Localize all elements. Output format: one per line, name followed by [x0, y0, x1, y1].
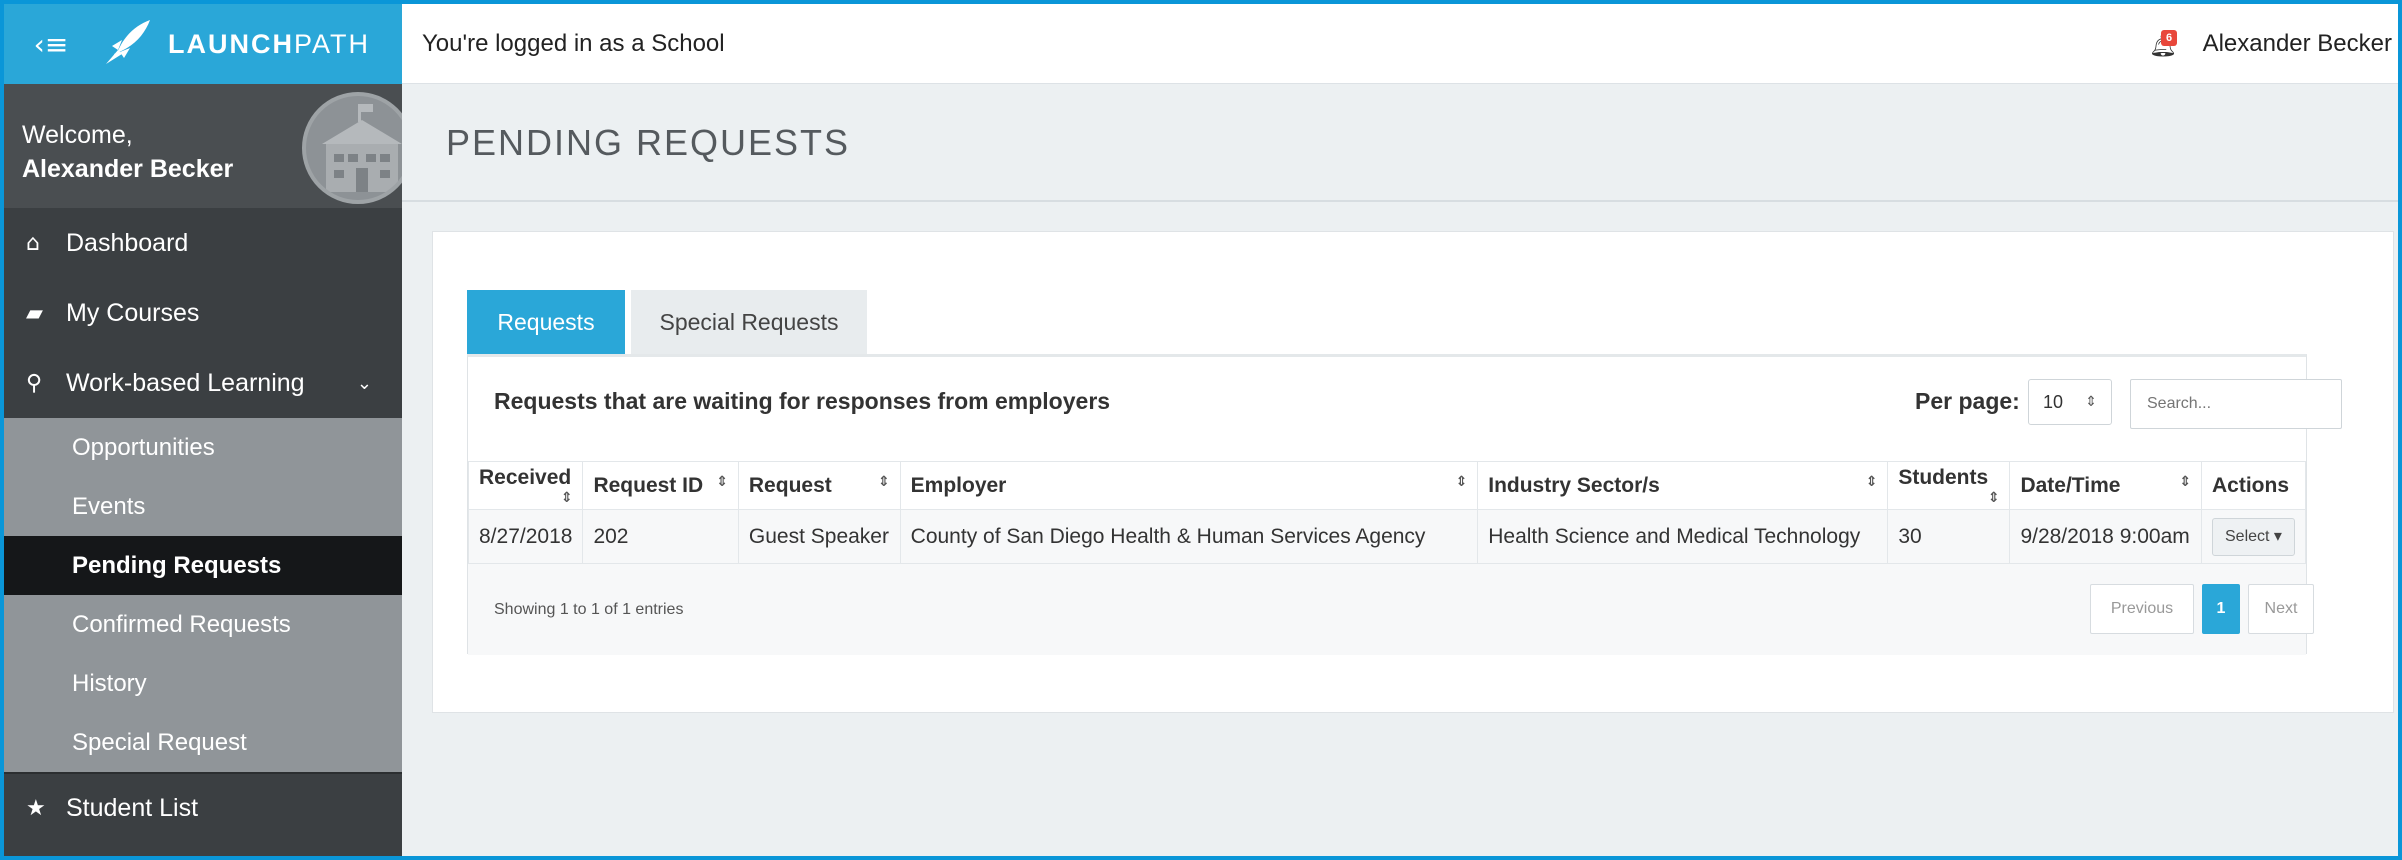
brand-bar: ‹≡ LAUNCHPATH: [4, 4, 402, 84]
tab-bar: Requests Special Requests: [467, 290, 867, 354]
per-page-value: 10: [2043, 392, 2064, 412]
requests-panel: Requests that are waiting for responses …: [467, 354, 2342, 655]
menu-collapse-icon[interactable]: ‹≡: [4, 4, 98, 84]
sidebar-item-label: My Courses: [66, 298, 200, 327]
column-header-label: Request: [748, 473, 832, 497]
cell-received: 8/27/2018: [467, 509, 584, 564]
sort-icon: ⇕: [877, 473, 890, 490]
sidebar-item-dashboard[interactable]: ⌂ Dashboard: [4, 208, 402, 278]
sort-icon: ⇕: [1987, 489, 2000, 506]
sidebar-subitem-special-request[interactable]: Special Request: [4, 713, 402, 772]
sidebar-item-label: Work-based Learning: [66, 368, 305, 397]
search-input[interactable]: [2130, 379, 2342, 429]
logged-in-status: You're logged in as a School: [422, 30, 725, 57]
select-arrows-icon: ⇕: [2085, 394, 2097, 410]
top-bar: You're logged in as a School 🔔︎ 6 Alexan…: [402, 4, 2398, 84]
tab-requests[interactable]: Requests: [467, 290, 625, 354]
sidebar: ‹≡ LAUNCHPATH Welcome, Alexander Becker: [4, 4, 414, 856]
chevron-down-icon: ⌄: [356, 372, 372, 394]
sidebar-subitem-history[interactable]: History: [4, 654, 402, 713]
tab-special-requests[interactable]: Special Requests: [631, 290, 867, 354]
school-building-icon: [322, 104, 402, 192]
sort-icon: ⇕: [1455, 473, 1468, 490]
sidebar-subitem-confirmed-requests[interactable]: Confirmed Requests: [4, 595, 402, 654]
per-page-select[interactable]: 10 ⇕: [2028, 379, 2112, 425]
table-footer: Showing 1 to 1 of 1 entries Previous 1 N…: [468, 563, 2314, 655]
sidebar-item-student-list[interactable]: ★ Student List: [4, 772, 402, 842]
sidebar-item-label: Dashboard: [66, 228, 189, 257]
select-action-button[interactable]: Select ▾: [2212, 517, 2295, 556]
panel-description: Requests that are waiting for responses …: [494, 388, 1111, 414]
column-header-industry-sector[interactable]: Industry Sector/s ⇕: [1477, 461, 1889, 510]
next-page-button[interactable]: Next: [2248, 584, 2314, 634]
sort-icon: ⇕: [1865, 473, 1878, 490]
rocket-icon: [106, 20, 150, 64]
brand-name: LAUNCHPATH: [168, 29, 370, 60]
cell-students: 30: [1887, 509, 2011, 564]
sidebar-subitem-pending-requests[interactable]: Pending Requests: [4, 536, 402, 595]
sort-icon: ⇕: [2179, 473, 2191, 490]
brand-name-bold: LAUNCH: [168, 28, 294, 59]
column-header-students[interactable]: Students ⇕: [1887, 461, 2011, 510]
cell-request: Guest Speaker: [737, 509, 901, 564]
brand-logo[interactable]: LAUNCHPATH: [98, 16, 370, 72]
page-button-current[interactable]: 1: [2202, 584, 2240, 634]
home-icon: ⌂: [26, 230, 40, 256]
book-icon: ▰: [26, 300, 43, 326]
select-action-label: Select: [2225, 527, 2270, 545]
table-header-row: Received ⇕ Request ID ⇕ Request ⇕ Employer ⇕…: [467, 461, 2306, 510]
cell-request-id: 202: [582, 509, 739, 564]
requests-table: Received ⇕ Request ID ⇕ Request ⇕ Employer ⇕…: [467, 461, 2306, 564]
column-header-actions: Actions: [2201, 461, 2306, 510]
entries-info: Showing 1 to 1 of 1 entries: [494, 601, 684, 618]
sort-icon: ⇕: [560, 489, 573, 506]
sidebar-subitem-events[interactable]: Events: [4, 477, 402, 536]
user-menu[interactable]: Alexander Becker: [2203, 4, 2392, 84]
cell-datetime: 9/28/2018 9:00am: [2009, 509, 2202, 564]
column-header-date-time[interactable]: Date/Time ⇕: [2009, 461, 2202, 510]
sidebar-item-work-based-learning[interactable]: ⚲ Work-based Learning ⌄: [4, 348, 402, 418]
column-header-request[interactable]: Request ⇕: [737, 461, 901, 510]
column-header-label: Industry Sector/s: [1488, 473, 1660, 497]
column-header-employer[interactable]: Employer ⇕: [899, 461, 1479, 510]
page-title: PENDING REQUESTS: [446, 122, 851, 163]
page-header: PENDING REQUESTS: [402, 84, 2398, 202]
column-header-label: Date/Time: [2020, 473, 2121, 497]
caret-down-icon: ▾: [2273, 527, 2282, 545]
column-header-label: Students: [1898, 465, 1989, 489]
column-header-label: Request ID: [593, 473, 704, 497]
column-header-label: Employer: [910, 473, 1007, 497]
pagination: Previous 1 Next: [2090, 584, 2314, 634]
sidebar-nav: ⌂ Dashboard ▰ My Courses ⚲ Work-based Le…: [4, 208, 402, 842]
cell-actions: Select ▾: [2201, 509, 2306, 564]
table-row: 8/27/2018 202 Guest Speaker County of Sa…: [467, 509, 2306, 564]
welcome-panel: Welcome, Alexander Becker: [4, 84, 414, 208]
column-header-label: Received: [479, 465, 572, 489]
notification-count-badge: 6: [2161, 30, 2177, 46]
notifications-button[interactable]: 🔔︎ 6: [2149, 30, 2179, 60]
sidebar-subitem-opportunities[interactable]: Opportunities: [4, 418, 402, 477]
sort-icon: ⇕: [716, 473, 728, 490]
sidebar-subnav: Opportunities Events Pending Requests Co…: [4, 418, 402, 772]
content-card: Requests Special Requests Requests that …: [432, 231, 2394, 713]
column-header-request-id[interactable]: Request ID ⇕: [582, 461, 739, 510]
star-icon: ★: [26, 795, 46, 821]
per-page-label: Per page:: [1915, 388, 2020, 414]
sitemap-icon: ⚲: [26, 370, 43, 396]
brand-name-light: PATH: [294, 28, 371, 59]
app-window: ‹≡ LAUNCHPATH Welcome, Alexander Becker: [0, 0, 2402, 860]
cell-industry: Health Science and Medical Technology: [1477, 509, 1889, 564]
previous-page-button[interactable]: Previous: [2090, 584, 2194, 634]
school-avatar[interactable]: [302, 92, 414, 204]
sidebar-item-label: Student List: [66, 793, 199, 822]
column-header-received[interactable]: Received ⇕: [467, 461, 584, 510]
sidebar-item-my-courses[interactable]: ▰ My Courses: [4, 278, 402, 348]
cell-employer: County of San Diego Health & Human Servi…: [899, 509, 1479, 564]
